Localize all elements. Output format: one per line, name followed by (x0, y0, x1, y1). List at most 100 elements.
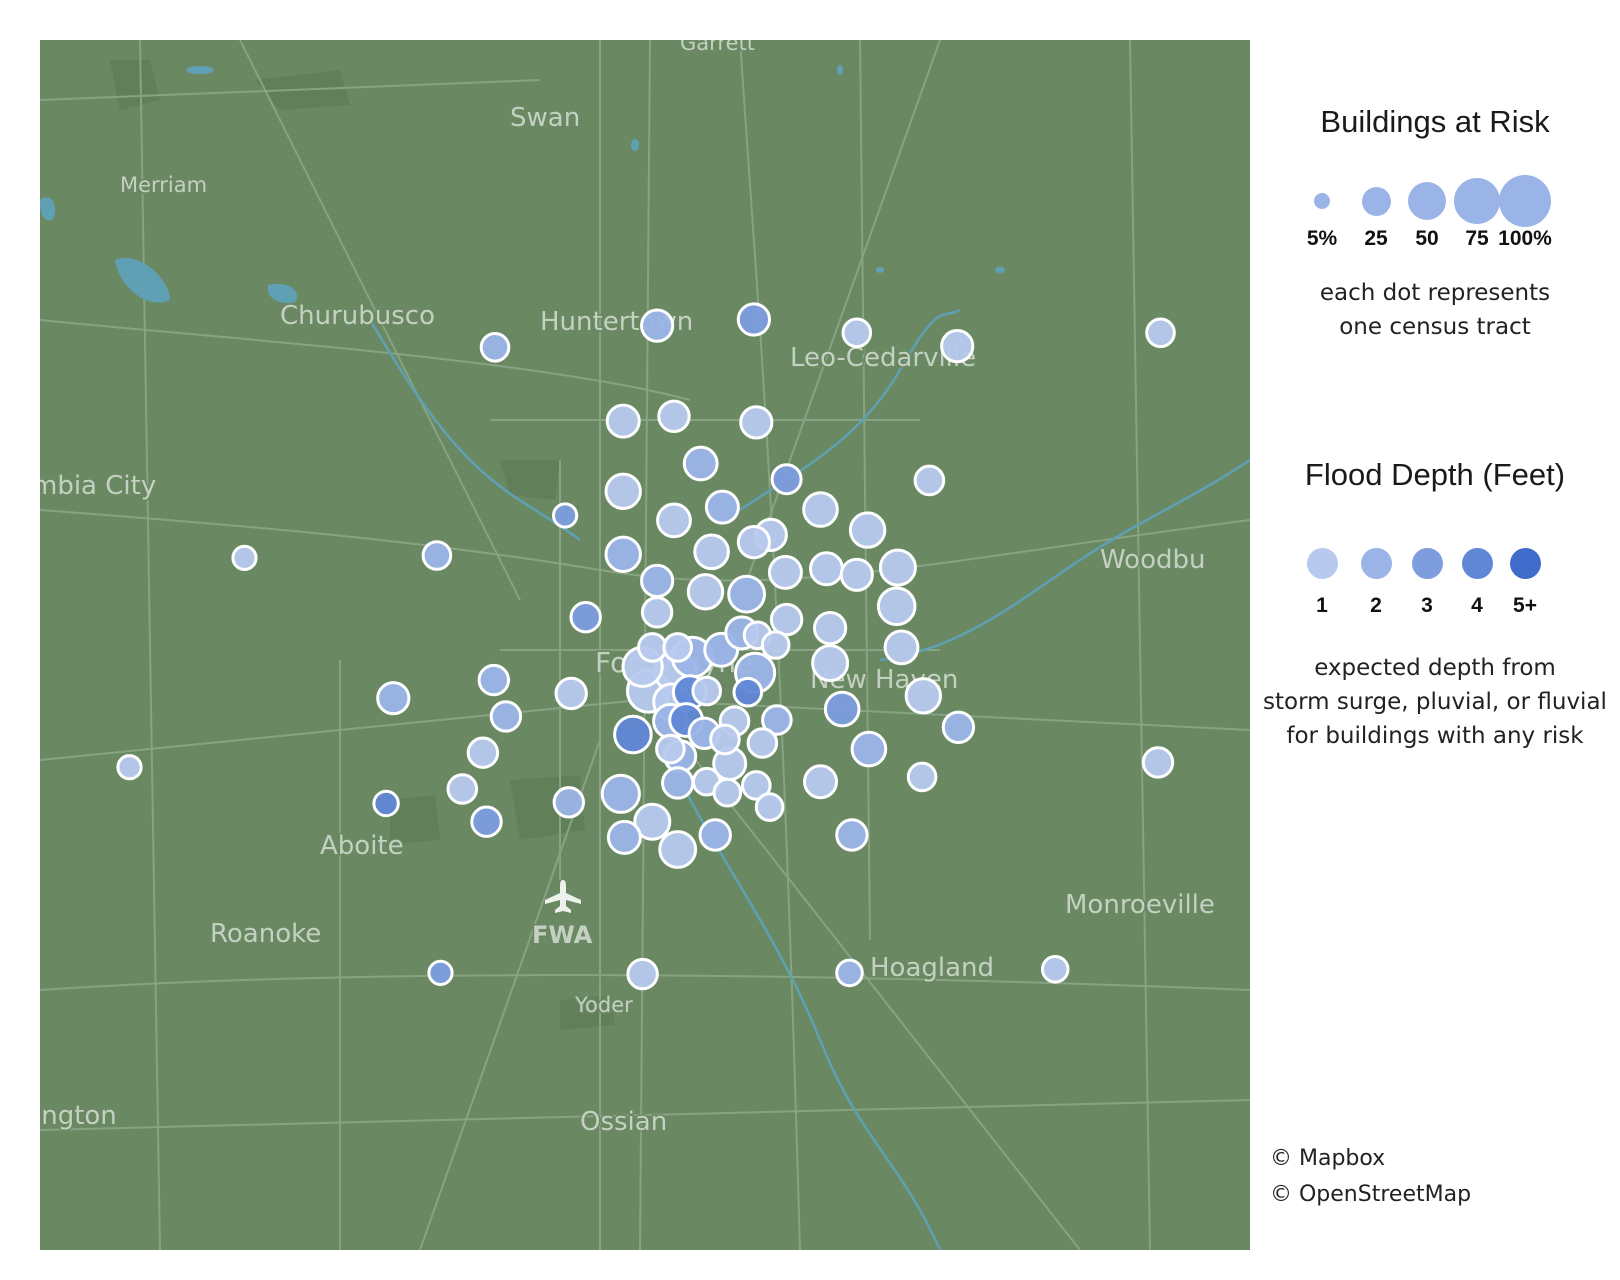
tract-dot[interactable] (754, 792, 785, 822)
tract-dot[interactable] (427, 959, 454, 987)
size-legend-dot (1407, 181, 1447, 221)
tract-dot[interactable] (813, 611, 848, 646)
tract-dot[interactable] (640, 563, 675, 599)
tract-dot[interactable] (657, 399, 691, 433)
tract-dot[interactable] (809, 551, 844, 587)
tract-dot[interactable] (760, 630, 791, 660)
place-label-swan: Swan (510, 103, 580, 133)
tract-dot[interactable] (658, 830, 698, 869)
tract-dot[interactable] (736, 302, 772, 337)
tract-dot[interactable] (1145, 317, 1176, 349)
tract-dot[interactable] (372, 789, 400, 818)
tract-dot[interactable] (727, 574, 766, 614)
tract-dot[interactable] (839, 557, 874, 592)
place-label-yoder: Yoder (574, 993, 633, 1017)
place-label-fwa: FWA (532, 921, 593, 949)
depth-legend-label: 5+ (1513, 594, 1537, 617)
tract-dot[interactable] (1040, 955, 1070, 984)
tract-dot[interactable] (613, 714, 653, 755)
mapbox-credit[interactable]: © Mapbox (1270, 1146, 1385, 1171)
place-label-mbia-city: mbia City (40, 471, 156, 501)
tract-dot[interactable] (811, 644, 850, 683)
depth-legend-dot (1461, 547, 1493, 579)
tract-dot[interactable] (637, 632, 668, 663)
tract-dot[interactable] (466, 736, 500, 769)
tract-dot[interactable] (878, 548, 917, 587)
tract-dot[interactable] (876, 586, 917, 627)
tract-dot[interactable] (606, 819, 642, 855)
tract-dot[interactable] (691, 675, 723, 707)
osm-credit[interactable]: © OpenStreetMap (1270, 1182, 1471, 1207)
tract-dot[interactable] (746, 727, 779, 759)
tract-dot[interactable] (913, 464, 946, 497)
tract-dot[interactable] (906, 761, 938, 793)
tract-dot[interactable] (693, 533, 730, 571)
place-label-woodbu: Woodbu (1100, 545, 1206, 575)
tract-dot[interactable] (739, 405, 774, 440)
depth-legend: 1 2 3 4 5+ (1250, 535, 1620, 617)
depth-legend-dot (1306, 547, 1338, 579)
place-label-roanoke: Roanoke (210, 919, 321, 949)
tract-dot[interactable] (803, 764, 838, 800)
tract-dot[interactable] (479, 332, 511, 363)
tract-dot[interactable] (767, 554, 803, 590)
tract-dot[interactable] (1141, 746, 1175, 779)
tract-dot[interactable] (835, 958, 864, 988)
tract-dot[interactable] (656, 502, 692, 539)
tract-dot[interactable] (569, 601, 602, 634)
tract-dot[interactable] (732, 676, 764, 708)
size-legend-note: each dot represents one census tract (1250, 276, 1620, 344)
tract-dot[interactable] (552, 502, 579, 529)
tract-dot[interactable] (904, 677, 942, 715)
place-label-merriam: Merriam (120, 173, 207, 197)
tract-dot[interactable] (446, 773, 479, 805)
tract-dot[interactable] (470, 805, 503, 838)
tract-dot[interactable] (640, 596, 674, 629)
tract-dot[interactable] (883, 629, 920, 666)
tract-dot[interactable] (736, 525, 772, 560)
tract-dot[interactable] (655, 733, 686, 765)
depth-note-line-1: expected depth from (1314, 655, 1556, 681)
size-legend-label: 100% (1498, 227, 1552, 250)
tract-dot[interactable] (802, 491, 839, 528)
tract-dot[interactable] (640, 308, 675, 343)
tract-dot[interactable] (661, 766, 695, 800)
tract-dot[interactable] (940, 329, 975, 364)
depth-legend-dot (1509, 547, 1541, 579)
tract-dot[interactable] (116, 754, 143, 781)
map-canvas[interactable]: GarrettSwanMerriamChurubusco HuntertownLe… (40, 40, 1250, 1250)
tract-dot[interactable] (231, 544, 258, 572)
map-panel[interactable]: Garrett Swan Merriam Churubusco Huntertown Le… (40, 40, 1250, 1250)
tract-dot[interactable] (770, 463, 803, 496)
size-legend-dot (1361, 186, 1391, 216)
tract-dot[interactable] (477, 663, 510, 697)
tract-dot[interactable] (662, 632, 694, 663)
place-label-garrett: Garrett (680, 40, 755, 55)
tract-dot[interactable] (941, 710, 976, 744)
tract-dot[interactable] (376, 681, 411, 716)
tract-dot[interactable] (605, 403, 641, 439)
tract-dot[interactable] (600, 773, 641, 814)
tract-dot[interactable] (841, 317, 873, 349)
tract-dot[interactable] (709, 723, 741, 756)
tract-dot[interactable] (682, 445, 719, 482)
tract-dot[interactable] (489, 700, 523, 733)
tract-dot[interactable] (686, 573, 725, 611)
tract-dot[interactable] (704, 489, 740, 525)
tract-dot[interactable] (554, 676, 588, 711)
tract-dot[interactable] (552, 786, 585, 819)
place-label-churubusco: Churubusco (280, 301, 435, 331)
tract-dot[interactable] (848, 511, 887, 549)
tract-dot[interactable] (421, 540, 453, 571)
tract-dot[interactable] (712, 777, 743, 808)
tract-dot[interactable] (850, 730, 888, 768)
tract-dot[interactable] (604, 535, 642, 573)
tract-dot[interactable] (835, 818, 869, 852)
tract-dot[interactable] (823, 690, 861, 728)
size-legend-dot (1313, 192, 1331, 210)
size-note-line-1: each dot represents (1319, 280, 1551, 306)
tract-dot[interactable] (604, 472, 642, 510)
depth-legend-note: expected depth from storm surge, pluvial… (1250, 651, 1620, 753)
tract-dot[interactable] (626, 957, 659, 991)
tract-dot[interactable] (698, 818, 732, 852)
